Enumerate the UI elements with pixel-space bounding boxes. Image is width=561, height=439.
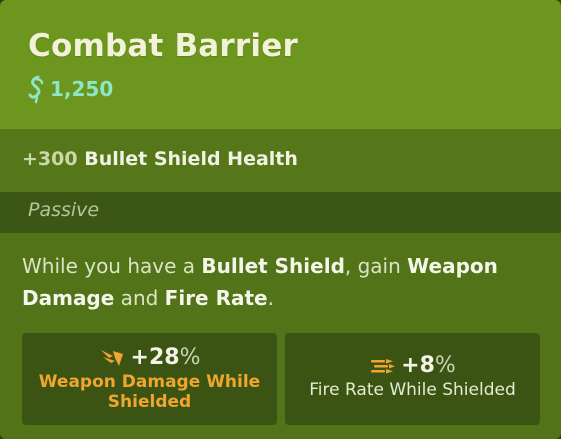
stat-label: Bullet Shield Health [84, 148, 298, 170]
item-title: Combat Barrier [28, 28, 298, 64]
bonus-fire-rate: +8% Fire Rate While Shielded [285, 333, 540, 425]
desc-text-1: While you have a [22, 254, 202, 278]
souls-currency-icon [28, 75, 44, 104]
stat-line: +300 Bullet Shield Health [22, 148, 298, 170]
bonus-unit: % [434, 353, 456, 378]
bonus-unit: % [179, 345, 201, 370]
stat-value: +300 [22, 148, 78, 170]
desc-text-4: . [267, 286, 274, 310]
bonus-label-line-2: Shielded [107, 392, 192, 412]
bonus-value-row: +28% [22, 345, 277, 370]
passive-label: Passive [28, 199, 100, 221]
bonus-value-row: +8% [285, 353, 540, 378]
desc-keyword-bullet-shield: Bullet Shield [201, 254, 345, 278]
desc-text-3: and [114, 286, 165, 310]
card-header [0, 0, 561, 129]
passive-description: While you have a Bullet Shield, gain Wea… [22, 250, 542, 314]
bonus-weapon-damage: +28% Weapon Damage While Shielded [22, 333, 277, 425]
bonus-label: Weapon Damage While Shielded [22, 372, 277, 412]
bonus-value: +28 [130, 345, 180, 370]
bonus-label: Fire Rate While Shielded [309, 380, 516, 400]
cost-value: 1,250 [50, 77, 114, 101]
fire-rate-icon [371, 358, 396, 373]
item-cost: 1,250 [26, 74, 113, 104]
bonus-value: +8 [401, 353, 435, 378]
desc-keyword-fire-rate: Fire Rate [164, 286, 268, 310]
weapon-damage-icon [100, 349, 123, 366]
bonus-label-line-1: Weapon Damage While [38, 372, 261, 392]
desc-text-2: , gain [344, 254, 408, 278]
item-card: Combat Barrier 1,250 +300 Bullet Shield … [0, 0, 561, 439]
